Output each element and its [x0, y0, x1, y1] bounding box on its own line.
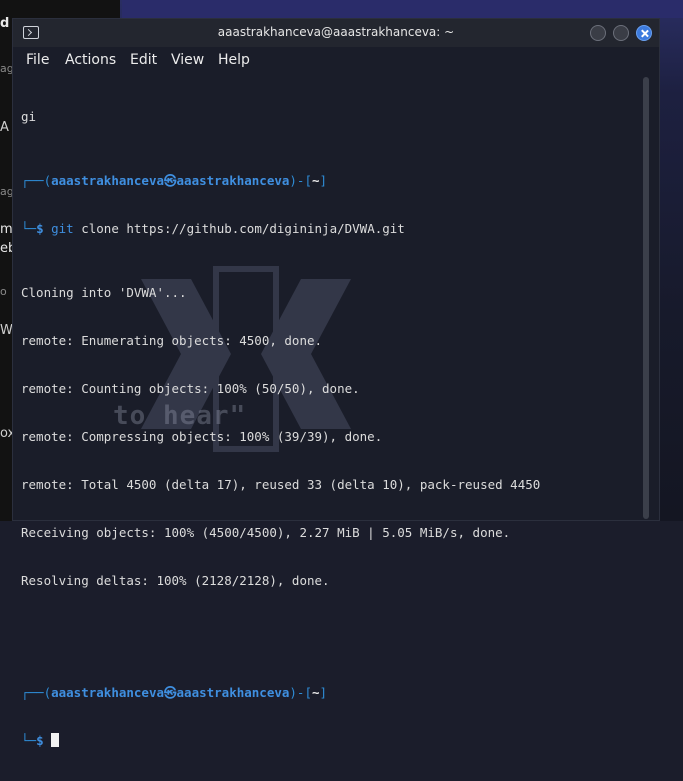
prompt-frame: └─ — [21, 733, 37, 748]
prompt-symbol: $ — [36, 733, 44, 748]
prompt-frame: ] — [319, 685, 328, 700]
desktop-wallpaper-strip — [122, 0, 683, 18]
prompt-frame: )-[ — [289, 685, 312, 700]
close-button[interactable] — [636, 25, 652, 41]
menu-actions[interactable]: Actions — [65, 52, 116, 68]
prompt-input-line[interactable]: └─$ — [21, 733, 641, 749]
prompt-frame: └─ — [21, 221, 37, 236]
prompt-command-line: └─$ git clone https://github.com/diginin… — [21, 221, 641, 237]
output-line: remote: Total 4500 (delta 17), reused 33… — [21, 477, 541, 492]
menu-bar: File Actions Edit View Help — [13, 47, 659, 73]
minimize-button[interactable] — [590, 25, 606, 41]
menu-help[interactable]: Help — [218, 52, 250, 68]
prompt-frame: )-[ — [289, 173, 312, 188]
prompt-frame: ┌──( — [21, 173, 52, 188]
output-line: remote: Enumerating objects: 4500, done. — [21, 333, 323, 348]
terminal-line: gi — [21, 109, 37, 124]
prompt-user: aaastrakhanceva — [51, 173, 164, 188]
prompt-frame: ] — [319, 173, 328, 188]
menu-edit[interactable]: Edit — [130, 52, 157, 68]
prompt-frame: ┌──( — [21, 685, 52, 700]
window-title: aaastrakhanceva@aaastrakhanceva: ~ — [217, 25, 455, 39]
terminal-window: aaastrakhanceva@aaastrakhanceva: ~ File … — [12, 18, 660, 748]
output-line: Cloning into 'DVWA'... — [21, 285, 187, 300]
prompt-header: ┌──(aaastrakhanceva㉿aaastrakhanceva)-[~] — [21, 173, 641, 189]
background-text-fragment: d — [0, 16, 10, 31]
prompt-host: aaastrakhanceva — [176, 173, 290, 188]
title-bar[interactable]: aaastrakhanceva@aaastrakhanceva: ~ — [13, 19, 659, 47]
terminal-output[interactable]: gi ┌──(aaastrakhanceva㉿aaastrakhanceva)-… — [21, 77, 641, 781]
menu-file[interactable]: File — [26, 52, 49, 68]
prompt-at-symbol: ㉿ — [164, 173, 177, 188]
output-line: remote: Counting objects: 100% (50/50), … — [21, 381, 360, 396]
prompt-host: aaastrakhanceva — [176, 685, 290, 700]
prompt-at-symbol: ㉿ — [164, 685, 177, 700]
prompt-directory: ~ — [311, 173, 320, 188]
output-line: Receiving objects: 100% (4500/4500), 2.2… — [21, 525, 511, 540]
prompt-symbol: $ — [36, 221, 44, 236]
output-line: Resolving deltas: 100% (2128/2128), done… — [21, 573, 330, 588]
maximize-button[interactable] — [613, 25, 629, 41]
prompt-header: ┌──(aaastrakhanceva㉿aaastrakhanceva)-[~] — [21, 685, 641, 701]
command-args: clone https://github.com/digininja/DVWA.… — [73, 221, 405, 236]
output-line: remote: Compressing objects: 100% (39/39… — [21, 429, 383, 444]
command-name: git — [51, 221, 74, 236]
scrollbar[interactable] — [643, 77, 649, 519]
background-text-fragment: m — [0, 222, 13, 237]
menu-view[interactable]: View — [171, 52, 204, 68]
prompt-user: aaastrakhanceva — [51, 685, 164, 700]
text-cursor — [51, 733, 60, 747]
prompt-directory: ~ — [311, 685, 320, 700]
background-text-fragment: o — [0, 285, 7, 298]
